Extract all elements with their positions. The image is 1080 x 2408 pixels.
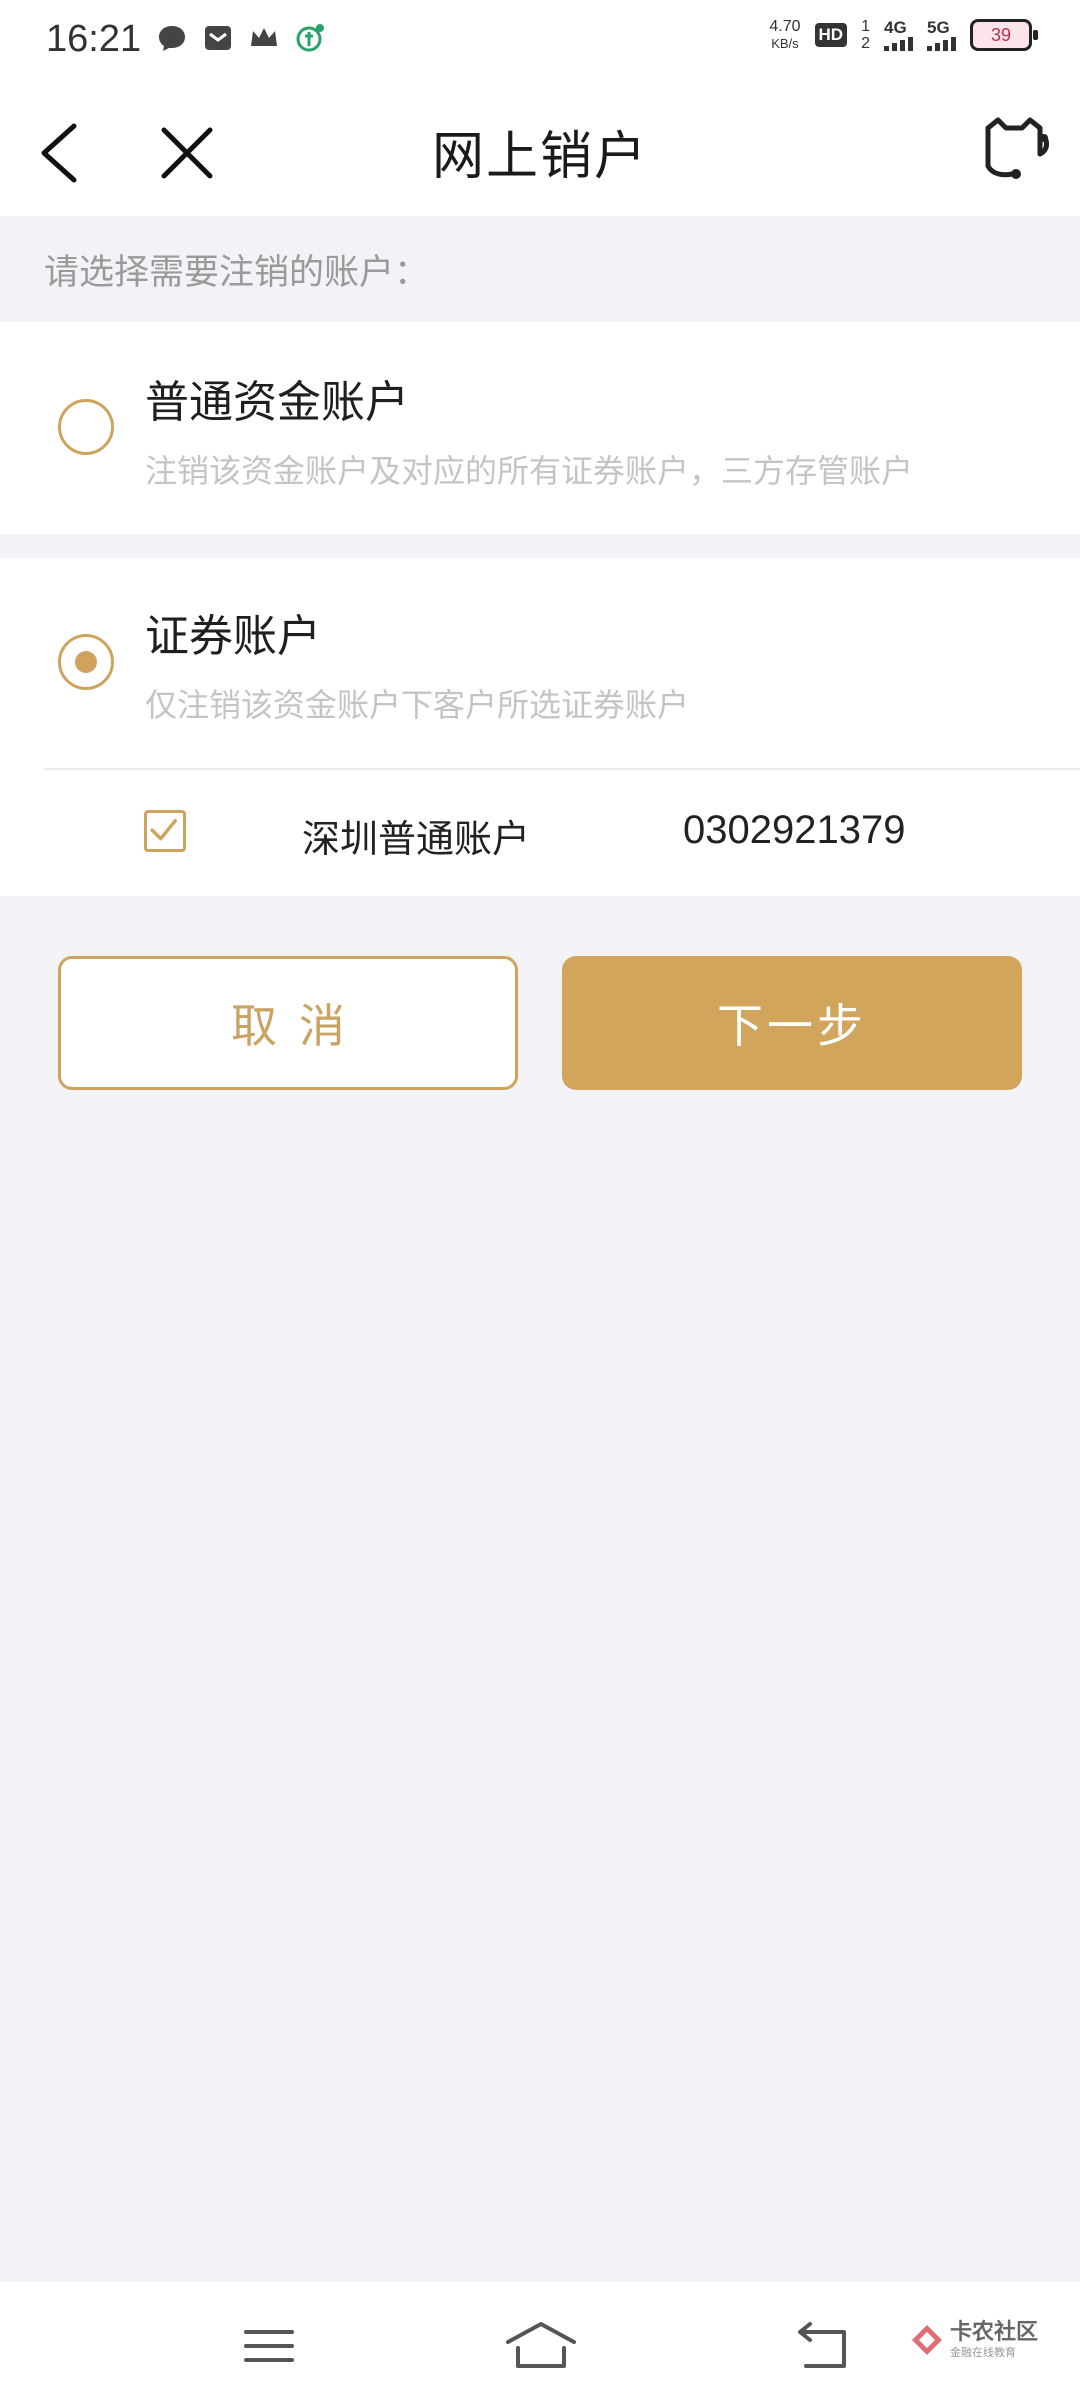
option-securities-account-header[interactable]: 证券账户 仅注销该资金账户下客户所选证券账户 xyxy=(0,558,1080,768)
app-header: 网上销户 xyxy=(0,84,1080,216)
option-fund-account-title: 普通资金账户 xyxy=(145,377,409,428)
radio-securities-account[interactable] xyxy=(58,634,114,690)
battery-level: 39 xyxy=(990,24,1012,45)
watermark-logo-icon xyxy=(911,2325,942,2355)
status-system-icons: 4.70 KB/s HD 1 2 4G 5G 39 xyxy=(769,18,1038,52)
radio-selected-dot xyxy=(75,651,97,673)
sim-bottom: 2 xyxy=(861,35,870,52)
home-icon[interactable] xyxy=(504,2318,578,2374)
status-time: 16:21 xyxy=(46,18,142,60)
option-securities-account: 证券账户 仅注销该资金账户下客户所选证券账户 深圳普通账户 0302921379 xyxy=(0,558,1080,896)
crown-icon xyxy=(251,28,277,46)
hd-voice-badge: HD xyxy=(814,23,848,47)
status-notification-icons xyxy=(156,22,326,54)
option-securities-account-description: 仅注销该资金账户下客户所选证券账户 xyxy=(145,686,690,724)
signal-bars-icon xyxy=(884,37,913,51)
message-bubble-icon xyxy=(159,26,185,51)
network-speed-value: 4.70 xyxy=(769,18,801,35)
sim-top: 1 xyxy=(861,18,870,35)
watermark: 卡农社区 金融在线教育 xyxy=(910,2322,1038,2358)
network-speed-unit: KB/s xyxy=(771,36,799,51)
signal-4g: 4G xyxy=(884,19,913,51)
cancel-button[interactable]: 取消 xyxy=(58,956,518,1090)
signal-bars-icon xyxy=(927,37,956,51)
back-arrow-icon[interactable] xyxy=(790,2318,860,2374)
menu-icon[interactable] xyxy=(234,2318,304,2374)
sub-account-checkbox[interactable] xyxy=(144,810,186,852)
sub-account-number: 0302921379 xyxy=(683,808,906,852)
app-notification-icon xyxy=(296,24,324,52)
signal-4g-label: 4G xyxy=(884,18,907,37)
option-fund-account-description: 注销该资金账户及对应的所有证券账户，三方存管账户 xyxy=(145,452,914,490)
sub-account-name: 深圳普通账户 xyxy=(302,817,531,861)
signal-5g-label: 5G xyxy=(927,18,950,37)
page-title: 网上销户 xyxy=(431,127,648,187)
battery-icon: 39 xyxy=(970,19,1038,51)
option-fund-account[interactable]: 普通资金账户 注销该资金账户及对应的所有证券账户，三方存管账户 xyxy=(0,322,1080,534)
option-securities-account-title: 证券账户 xyxy=(145,611,321,662)
signal-5g: 5G xyxy=(927,19,956,51)
checkmark-icon xyxy=(150,819,177,841)
next-step-button[interactable]: 下一步 xyxy=(562,956,1022,1090)
watermark-sub-text: 金融在线教育 xyxy=(949,2346,1016,2359)
radio-fund-account[interactable] xyxy=(58,399,114,455)
customer-service-icon[interactable] xyxy=(978,114,1050,182)
sub-account-row[interactable]: 深圳普通账户 0302921379 xyxy=(0,770,1080,896)
sim-indicator: 1 2 xyxy=(861,18,870,52)
status-bar: 16:21 4.70 KB/s HD 1 2 4G 5G 39 xyxy=(0,0,1080,84)
watermark-main-text: 卡农社区 xyxy=(949,2320,1038,2345)
network-speed: 4.70 KB/s xyxy=(769,18,800,52)
selection-prompt: 请选择需要注销的账户： xyxy=(44,253,430,293)
mail-icon xyxy=(205,26,231,50)
system-nav-bar: 卡农社区 金融在线教育 xyxy=(0,2282,1080,2408)
